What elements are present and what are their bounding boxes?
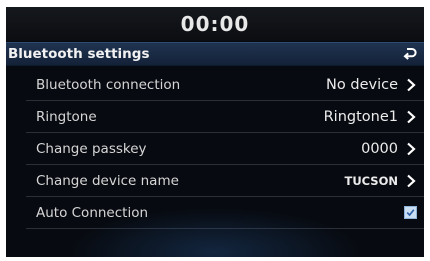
change-device-name-label: Change device name bbox=[36, 172, 179, 189]
settings-list: Bluetooth connection No device Ringtone … bbox=[26, 69, 424, 229]
return-arrow-icon[interactable] bbox=[398, 42, 422, 66]
passkey-value: 0000 bbox=[361, 140, 398, 157]
chevron-right-icon[interactable] bbox=[398, 133, 424, 165]
check-icon bbox=[406, 209, 415, 217]
clock: 00:00 bbox=[180, 12, 250, 36]
ringtone-value: Ringtone1 bbox=[323, 108, 398, 125]
auto-connection-checkbox[interactable] bbox=[404, 206, 417, 219]
device-name-value: TUCSON bbox=[344, 173, 398, 188]
chevron-right-icon[interactable] bbox=[398, 101, 424, 133]
title-bar: Bluetooth settings bbox=[6, 42, 424, 66]
change-passkey-row[interactable]: Change passkey 0000 bbox=[26, 133, 424, 165]
status-bar: 00:00 bbox=[6, 7, 424, 41]
bluetooth-connection-row[interactable]: Bluetooth connection No device bbox=[26, 69, 424, 101]
ringtone-label: Ringtone bbox=[36, 108, 97, 125]
auto-connection-label: Auto Connection bbox=[36, 204, 149, 221]
change-passkey-label: Change passkey bbox=[36, 140, 147, 157]
page-title: Bluetooth settings bbox=[8, 46, 150, 62]
chevron-right-icon[interactable] bbox=[398, 165, 424, 197]
change-device-name-row[interactable]: Change device name TUCSON bbox=[26, 165, 424, 197]
head-unit-screen: 00:00 Bluetooth settings Bluetooth conne… bbox=[6, 7, 424, 257]
bluetooth-connection-label: Bluetooth connection bbox=[36, 76, 181, 93]
chevron-right-icon[interactable] bbox=[398, 69, 424, 101]
bluetooth-connection-value: No device bbox=[326, 76, 398, 93]
auto-connection-row[interactable]: Auto Connection bbox=[26, 197, 424, 229]
ringtone-row[interactable]: Ringtone Ringtone1 bbox=[26, 101, 424, 133]
